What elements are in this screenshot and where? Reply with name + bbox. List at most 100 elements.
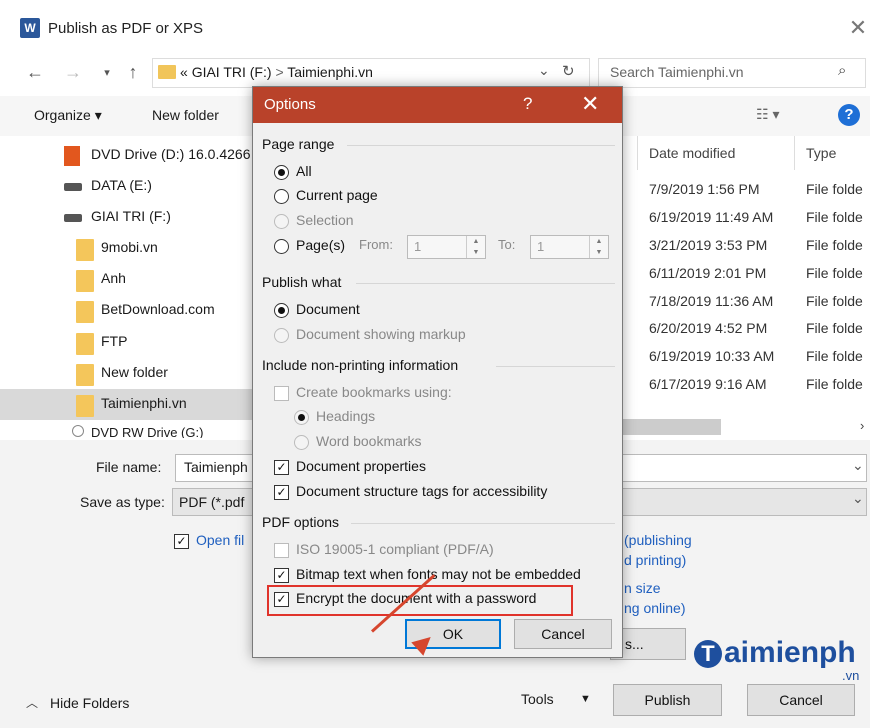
selection-radio[interactable] [274, 214, 289, 229]
open-file-label[interactable]: Open fil [196, 532, 244, 548]
folder-icon [76, 395, 94, 417]
document-label[interactable]: Document [296, 301, 360, 317]
search-input[interactable]: Search Taimienphi.vn [610, 64, 744, 80]
size-link-text[interactable]: n size [624, 580, 661, 596]
pages-radio[interactable] [274, 239, 289, 254]
from-stepper[interactable]: 1 ▲ ▼ [407, 235, 486, 259]
refresh-icon[interactable]: ↻ [562, 62, 575, 80]
all-radio[interactable] [274, 165, 289, 180]
document-markup-radio[interactable] [274, 328, 289, 343]
sidebar-item-label: Taimienphi.vn [101, 395, 187, 411]
file-date[interactable]: 6/19/2019 11:49 AM [649, 209, 773, 225]
sidebar-item-dvd-rw[interactable]: DVD RW Drive (G:) [0, 422, 255, 438]
document-radio[interactable] [274, 303, 289, 318]
encrypt-checkbox[interactable]: ✓ [274, 592, 289, 607]
up-arrow-icon[interactable]: ↑ [120, 62, 146, 83]
sidebar-item-9mobi[interactable]: 9mobi.vn [0, 233, 255, 263]
sidebar-item-new-folder[interactable]: New folder [0, 358, 255, 388]
file-type[interactable]: File folde [806, 348, 863, 364]
breadcrumb-drive[interactable]: GIAI TRI (F:) [192, 64, 272, 80]
sidebar-item-giai-tri[interactable]: GIAI TRI (F:) [0, 202, 255, 232]
recent-locations-chevron-icon[interactable]: ▾ [94, 66, 120, 79]
file-name-dropdown-icon[interactable]: ⌄ [852, 457, 864, 474]
file-date[interactable]: 7/18/2019 11:36 AM [649, 293, 773, 309]
sidebar-item-label: 9mobi.vn [101, 239, 158, 255]
hide-folders-chevron-icon[interactable]: ︿ [26, 694, 38, 711]
file-type[interactable]: File folde [806, 209, 863, 225]
doc-structure-checkbox[interactable]: ✓ [274, 485, 289, 500]
address-dropdown-icon[interactable]: ⌄ [538, 62, 550, 79]
word-bookmarks-radio[interactable] [294, 435, 309, 450]
online-link-text[interactable]: ng online) [624, 600, 686, 616]
file-type[interactable]: File folde [806, 376, 863, 392]
tools-button[interactable]: Tools [521, 691, 554, 707]
create-bookmarks-checkbox[interactable] [274, 386, 289, 401]
file-date[interactable]: 7/9/2019 1:56 PM [649, 181, 760, 197]
doc-properties-checkbox[interactable]: ✓ [274, 460, 289, 475]
help-icon[interactable]: ? [838, 104, 860, 126]
iso-label: ISO 19005-1 compliant (PDF/A) [296, 541, 494, 557]
all-label[interactable]: All [296, 163, 312, 179]
publishing-link-text[interactable]: (publishing [624, 532, 692, 548]
current-page-radio[interactable] [274, 189, 289, 204]
file-date[interactable]: 6/11/2019 2:01 PM [649, 265, 766, 281]
file-date[interactable]: 6/20/2019 4:52 PM [649, 320, 767, 336]
open-file-checkbox[interactable]: ✓ [174, 534, 189, 549]
stepper-arrows-icon[interactable]: ▲ ▼ [589, 236, 608, 258]
view-options-icon[interactable]: ☷ ▾ [756, 106, 779, 123]
bitmap-text-label[interactable]: Bitmap text when fonts may not be embedd… [296, 566, 581, 582]
stepper-arrows-icon[interactable]: ▲ ▼ [466, 236, 485, 258]
search-icon[interactable]: ⌕ [838, 62, 846, 79]
hide-folders-button[interactable]: Hide Folders [50, 695, 129, 711]
from-value[interactable]: 1 [414, 239, 421, 254]
to-stepper[interactable]: 1 ▲ ▼ [530, 235, 609, 259]
horizontal-scrollbar-thumb[interactable] [623, 419, 721, 435]
section-divider [356, 283, 615, 284]
new-folder-button[interactable]: New folder [152, 107, 219, 123]
doc-properties-label[interactable]: Document properties [296, 458, 426, 474]
cancel-button[interactable]: Cancel [747, 684, 855, 716]
dialog-close-icon[interactable]: ✕ [581, 91, 599, 117]
doc-structure-label[interactable]: Document structure tags for accessibilit… [296, 483, 547, 499]
sidebar-item-taimienphi[interactable]: Taimienphi.vn [0, 389, 255, 420]
back-arrow-icon[interactable]: ← [22, 62, 48, 83]
save-as-type-value[interactable]: PDF (*.pdf [179, 494, 244, 510]
to-value[interactable]: 1 [537, 239, 544, 254]
sidebar-item-ftp[interactable]: FTP [0, 327, 255, 357]
sidebar-item-anh[interactable]: Anh [0, 264, 255, 294]
column-header-date[interactable]: Date modified [649, 145, 735, 161]
dialog-help-icon[interactable]: ? [523, 94, 532, 114]
iso-checkbox[interactable] [274, 543, 289, 558]
column-header-type[interactable]: Type [806, 145, 836, 161]
breadcrumb-folder[interactable]: Taimienphi.vn [287, 64, 373, 80]
file-type[interactable]: File folde [806, 237, 863, 253]
sidebar-item-dvd-drive[interactable]: DVD Drive (D:) 16.0.4266 [0, 140, 255, 170]
sidebar-item-data-e[interactable]: DATA (E:) [0, 171, 255, 201]
file-type[interactable]: File folde [806, 181, 863, 197]
forward-arrow-icon[interactable]: → [60, 62, 86, 83]
file-date[interactable]: 6/17/2019 9:16 AM [649, 376, 767, 392]
tools-dropdown-icon[interactable]: ▼ [580, 693, 591, 705]
file-date[interactable]: 3/21/2019 3:53 PM [649, 237, 767, 253]
sidebar-item-label: GIAI TRI (F:) [91, 208, 171, 224]
file-type[interactable]: File folde [806, 265, 863, 281]
pages-label[interactable]: Page(s) [296, 237, 345, 253]
headings-radio[interactable] [294, 410, 309, 425]
publish-button[interactable]: Publish [613, 684, 722, 716]
current-page-label[interactable]: Current page [296, 187, 378, 203]
printing-link-text[interactable]: d printing) [624, 552, 686, 568]
scroll-right-icon[interactable]: › [860, 418, 864, 433]
bitmap-text-checkbox[interactable]: ✓ [274, 568, 289, 583]
sidebar-item-betdownload[interactable]: BetDownload.com [0, 295, 255, 325]
window-close-icon[interactable]: ✕ [846, 16, 870, 40]
breadcrumb-overflow[interactable]: « [180, 64, 188, 80]
file-type[interactable]: File folde [806, 293, 863, 309]
save-type-dropdown-icon[interactable]: ⌄ [852, 490, 864, 507]
organize-button[interactable]: Organize ▾ [34, 107, 102, 124]
dialog-cancel-button[interactable]: Cancel [514, 619, 612, 649]
breadcrumb[interactable]: « GIAI TRI (F:) > Taimienphi.vn [180, 64, 373, 80]
file-date[interactable]: 6/19/2019 10:33 AM [649, 348, 774, 364]
file-type[interactable]: File folde [806, 320, 863, 336]
file-name-value[interactable]: Taimienph [184, 459, 248, 475]
word-app-icon: W [20, 18, 40, 38]
